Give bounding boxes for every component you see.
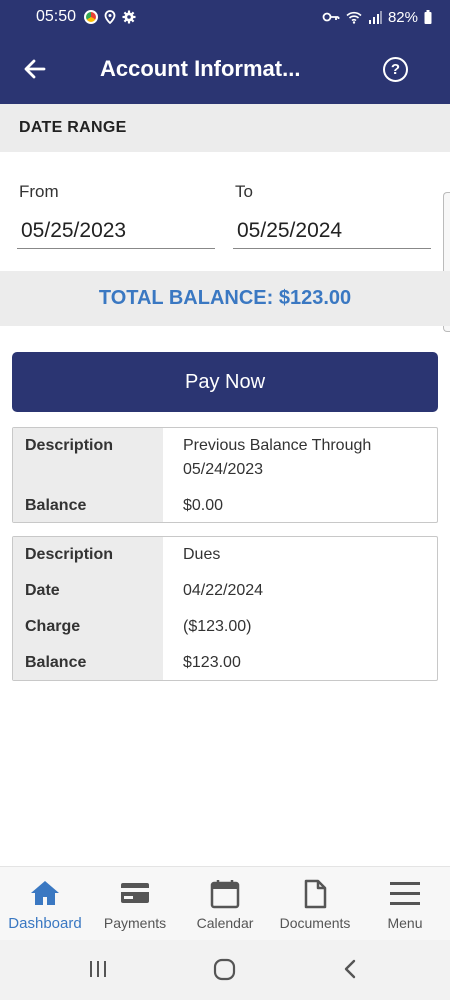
- chevron-left-icon: [344, 959, 356, 979]
- nav-payments[interactable]: Payments: [90, 867, 180, 941]
- balance-value: $0.00: [183, 497, 224, 514]
- date-label: Date: [25, 582, 60, 599]
- battery-icon: [424, 10, 432, 24]
- description-value: Dues: [183, 546, 221, 563]
- back-button[interactable]: [20, 54, 50, 84]
- date-range-header: DATE RANGE: [0, 104, 450, 152]
- chrome-icon: [84, 10, 99, 24]
- home-button[interactable]: [213, 958, 237, 987]
- question-mark-icon: ?: [390, 61, 401, 78]
- pay-now-button[interactable]: Pay Now: [12, 352, 438, 412]
- back-system-button[interactable]: [341, 958, 359, 985]
- home-circle-icon: [213, 958, 236, 981]
- nav-label: Payments: [103, 915, 167, 931]
- charge-value: ($123.00): [183, 618, 252, 635]
- nav-label: Documents: [279, 915, 351, 931]
- balance-label: Balance: [25, 654, 87, 671]
- balance-label: Balance: [25, 497, 87, 514]
- recent-apps-button[interactable]: [88, 958, 108, 985]
- to-date-field[interactable]: 05/25/2024: [233, 215, 431, 249]
- description-label: Description: [25, 546, 114, 563]
- arrow-left-icon: [24, 59, 46, 79]
- ledger-entry: Description Dues Date 04/22/2024 Charge …: [12, 536, 438, 681]
- ledger-entry: Description Previous Balance Through 05/…: [12, 427, 438, 523]
- battery-percent: 82%: [387, 8, 418, 26]
- calendar-icon: [210, 880, 240, 909]
- nav-label: Calendar: [196, 915, 254, 931]
- home-icon: [31, 881, 59, 905]
- document-icon: [304, 879, 327, 909]
- charge-label: Charge: [25, 618, 81, 635]
- to-label: To: [235, 182, 253, 201]
- page-title: Account Informat...: [100, 56, 301, 81]
- description-value: Previous Balance Through 05/24/2023: [183, 437, 372, 478]
- wifi-icon: [346, 11, 362, 24]
- hamburger-menu-icon: [390, 882, 420, 905]
- total-balance: TOTAL BALANCE: $123.00: [0, 271, 450, 326]
- help-button[interactable]: ?: [383, 57, 408, 82]
- app-bar: Account Informat... ?: [0, 34, 450, 104]
- key-icon: [322, 12, 340, 22]
- nav-label: Dashboard: [8, 915, 82, 932]
- description-label: Description: [25, 437, 114, 454]
- from-label: From: [19, 182, 59, 201]
- system-nav-bar: [0, 940, 450, 1000]
- location-icon: [104, 10, 116, 24]
- status-time: 05:50: [36, 8, 77, 25]
- from-date-field[interactable]: 05/25/2023: [17, 215, 215, 249]
- status-left-icons: [84, 10, 136, 24]
- bottom-nav: Dashboard Payments Calendar Documents Me…: [0, 866, 450, 940]
- balance-value: $123.00: [183, 654, 241, 671]
- nav-calendar[interactable]: Calendar: [180, 867, 270, 941]
- status-right: 82%: [322, 9, 432, 26]
- recent-apps-icon: [90, 961, 106, 977]
- nav-label: Menu: [387, 915, 423, 931]
- credit-card-icon: [121, 883, 149, 903]
- nav-menu[interactable]: Menu: [360, 867, 450, 941]
- nav-dashboard[interactable]: Dashboard: [0, 867, 90, 941]
- date-value: 04/22/2024: [183, 582, 264, 599]
- status-bar: 05:50 82%: [0, 0, 450, 34]
- nav-documents[interactable]: Documents: [270, 867, 360, 941]
- signal-icon: [368, 10, 382, 24]
- settings-icon: [122, 10, 136, 24]
